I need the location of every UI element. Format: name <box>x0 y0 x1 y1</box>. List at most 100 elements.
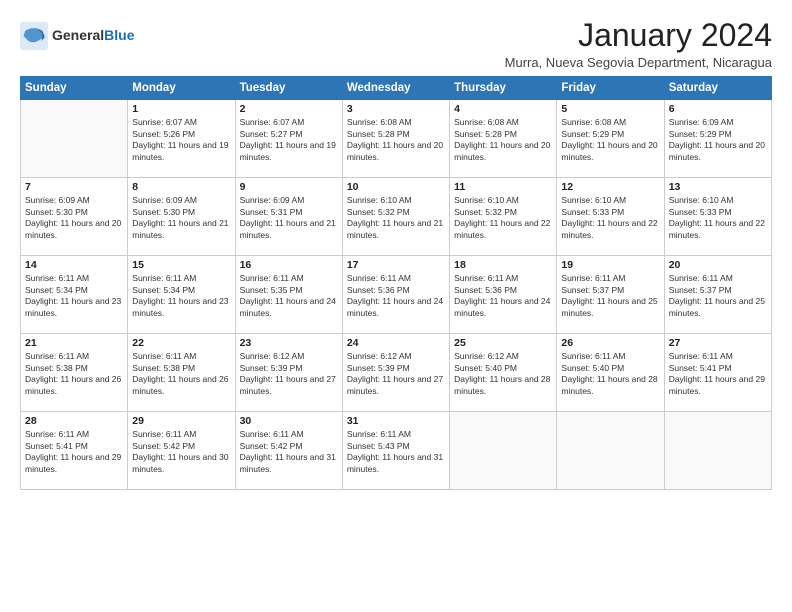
cell-info: Sunrise: 6:10 AMSunset: 5:33 PMDaylight:… <box>561 195 659 241</box>
col-saturday: Saturday <box>664 77 771 100</box>
col-monday: Monday <box>128 77 235 100</box>
table-row: 10Sunrise: 6:10 AMSunset: 5:32 PMDayligh… <box>342 178 449 256</box>
cell-info: Sunrise: 6:10 AMSunset: 5:33 PMDaylight:… <box>669 195 767 241</box>
table-row: 27 Sunrise: 6:11 AMSunset: 5:41 PMDayligh… <box>664 334 771 412</box>
day-number: 29 <box>132 415 230 427</box>
day-number: 20 <box>669 259 767 271</box>
table-row: 19 Sunrise: 6:11 AMSunset: 5:37 PMDayligh… <box>557 256 664 334</box>
calendar-week-3: 21 Sunrise: 6:11 AMSunset: 5:38 PMDayligh… <box>21 334 772 412</box>
cell-info: Sunrise: 6:10 AMSunset: 5:32 PMDaylight:… <box>454 195 552 241</box>
cell-info: Sunrise: 6:08 AMSunset: 5:29 PMDaylight:… <box>561 117 659 163</box>
day-number: 3 <box>347 103 445 115</box>
table-row: 12 Sunrise: 6:10 AMSunset: 5:33 PMDayligh… <box>557 178 664 256</box>
day-number: 25 <box>454 337 552 349</box>
cell-info: Sunrise: 6:09 AMSunset: 5:29 PMDaylight:… <box>669 117 767 163</box>
table-row: 9 Sunrise: 6:09 AMSunset: 5:31 PMDaylight… <box>235 178 342 256</box>
cell-info: Sunrise: 6:11 AMSunset: 5:42 PMDaylight:… <box>132 429 230 475</box>
day-number: 28 <box>25 415 123 427</box>
day-number: 4 <box>454 103 552 115</box>
day-number: 2 <box>240 103 338 115</box>
col-friday: Friday <box>557 77 664 100</box>
table-row: 1Sunrise: 6:07 AMSunset: 5:26 PMDaylight… <box>128 100 235 178</box>
cell-info: Sunrise: 6:12 AMSunset: 5:39 PMDaylight:… <box>240 351 338 397</box>
table-row: 23 Sunrise: 6:12 AMSunset: 5:39 PMDayligh… <box>235 334 342 412</box>
day-number: 5 <box>561 103 659 115</box>
table-row: 18Sunrise: 6:11 AMSunset: 5:36 PMDayligh… <box>450 256 557 334</box>
table-row: 29 Sunrise: 6:11 AMSunset: 5:42 PMDayligh… <box>128 412 235 490</box>
table-row: 30Sunrise: 6:11 AMSunset: 5:42 PMDayligh… <box>235 412 342 490</box>
cell-info: Sunrise: 6:07 AMSunset: 5:26 PMDaylight:… <box>132 117 230 163</box>
logo-text: GeneralBlue <box>52 27 134 45</box>
logo: GeneralBlue <box>20 22 134 50</box>
header-row: Sunday Monday Tuesday Wednesday Thursday… <box>21 77 772 100</box>
day-number: 24 <box>347 337 445 349</box>
table-row <box>450 412 557 490</box>
table-row: 21 Sunrise: 6:11 AMSunset: 5:38 PMDayligh… <box>21 334 128 412</box>
day-number: 12 <box>561 181 659 193</box>
table-row: 7 Sunrise: 6:09 AMSunset: 5:30 PMDaylight… <box>21 178 128 256</box>
day-number: 19 <box>561 259 659 271</box>
day-number: 26 <box>561 337 659 349</box>
day-number: 9 <box>240 181 338 193</box>
table-row: 28 Sunrise: 6:11 AMSunset: 5:41 PMDayligh… <box>21 412 128 490</box>
table-row: 17 Sunrise: 6:11 AMSunset: 5:36 PMDayligh… <box>342 256 449 334</box>
day-number: 6 <box>669 103 767 115</box>
calendar-week-4: 28 Sunrise: 6:11 AMSunset: 5:41 PMDayligh… <box>21 412 772 490</box>
cell-info: Sunrise: 6:11 AMSunset: 5:43 PMDaylight:… <box>347 429 445 475</box>
cell-info: Sunrise: 6:11 AMSunset: 5:37 PMDaylight:… <box>669 273 767 319</box>
day-number: 8 <box>132 181 230 193</box>
table-row: 25 Sunrise: 6:12 AMSunset: 5:40 PMDayligh… <box>450 334 557 412</box>
col-wednesday: Wednesday <box>342 77 449 100</box>
table-row: 14Sunrise: 6:11 AMSunset: 5:34 PMDayligh… <box>21 256 128 334</box>
cell-info: Sunrise: 6:09 AMSunset: 5:30 PMDaylight:… <box>132 195 230 241</box>
table-row: 22Sunrise: 6:11 AMSunset: 5:38 PMDayligh… <box>128 334 235 412</box>
col-thursday: Thursday <box>450 77 557 100</box>
cell-info: Sunrise: 6:11 AMSunset: 5:34 PMDaylight:… <box>132 273 230 319</box>
header: GeneralBlue January 2024 Murra, Nueva Se… <box>20 18 772 70</box>
cell-info: Sunrise: 6:11 AMSunset: 5:36 PMDaylight:… <box>347 273 445 319</box>
day-number: 22 <box>132 337 230 349</box>
col-sunday: Sunday <box>21 77 128 100</box>
table-row: 3Sunrise: 6:08 AMSunset: 5:28 PMDaylight… <box>342 100 449 178</box>
day-number: 27 <box>669 337 767 349</box>
table-row: 24 Sunrise: 6:12 AMSunset: 5:39 PMDayligh… <box>342 334 449 412</box>
day-number: 11 <box>454 181 552 193</box>
day-number: 30 <box>240 415 338 427</box>
table-row: 2 Sunrise: 6:07 AMSunset: 5:27 PMDaylight… <box>235 100 342 178</box>
table-row <box>664 412 771 490</box>
table-row: 8 Sunrise: 6:09 AMSunset: 5:30 PMDaylight… <box>128 178 235 256</box>
table-row: 11 Sunrise: 6:10 AMSunset: 5:32 PMDayligh… <box>450 178 557 256</box>
day-number: 14 <box>25 259 123 271</box>
col-tuesday: Tuesday <box>235 77 342 100</box>
day-number: 31 <box>347 415 445 427</box>
cell-info: Sunrise: 6:11 AMSunset: 5:41 PMDaylight:… <box>25 429 123 475</box>
day-number: 17 <box>347 259 445 271</box>
calendar-week-1: 7 Sunrise: 6:09 AMSunset: 5:30 PMDaylight… <box>21 178 772 256</box>
page: GeneralBlue January 2024 Murra, Nueva Se… <box>0 0 792 612</box>
day-number: 23 <box>240 337 338 349</box>
logo-general: GeneralBlue <box>52 27 134 45</box>
month-title: January 2024 <box>505 18 772 53</box>
logo-icon <box>20 22 48 50</box>
table-row <box>557 412 664 490</box>
cell-info: Sunrise: 6:07 AMSunset: 5:27 PMDaylight:… <box>240 117 338 163</box>
day-number: 13 <box>669 181 767 193</box>
table-row: 15Sunrise: 6:11 AMSunset: 5:34 PMDayligh… <box>128 256 235 334</box>
cell-info: Sunrise: 6:11 AMSunset: 5:37 PMDaylight:… <box>561 273 659 319</box>
day-number: 21 <box>25 337 123 349</box>
cell-info: Sunrise: 6:09 AMSunset: 5:31 PMDaylight:… <box>240 195 338 241</box>
cell-info: Sunrise: 6:12 AMSunset: 5:40 PMDaylight:… <box>454 351 552 397</box>
cell-info: Sunrise: 6:11 AMSunset: 5:38 PMDaylight:… <box>25 351 123 397</box>
title-block: January 2024 Murra, Nueva Segovia Depart… <box>505 18 772 70</box>
table-row: 4Sunrise: 6:08 AMSunset: 5:28 PMDaylight… <box>450 100 557 178</box>
day-number: 7 <box>25 181 123 193</box>
cell-info: Sunrise: 6:11 AMSunset: 5:41 PMDaylight:… <box>669 351 767 397</box>
calendar-table: Sunday Monday Tuesday Wednesday Thursday… <box>20 76 772 490</box>
table-row: 16Sunrise: 6:11 AMSunset: 5:35 PMDayligh… <box>235 256 342 334</box>
calendar-week-0: 1Sunrise: 6:07 AMSunset: 5:26 PMDaylight… <box>21 100 772 178</box>
table-row: 6 Sunrise: 6:09 AMSunset: 5:29 PMDaylight… <box>664 100 771 178</box>
cell-info: Sunrise: 6:12 AMSunset: 5:39 PMDaylight:… <box>347 351 445 397</box>
cell-info: Sunrise: 6:09 AMSunset: 5:30 PMDaylight:… <box>25 195 123 241</box>
day-number: 18 <box>454 259 552 271</box>
table-row: 26Sunrise: 6:11 AMSunset: 5:40 PMDayligh… <box>557 334 664 412</box>
